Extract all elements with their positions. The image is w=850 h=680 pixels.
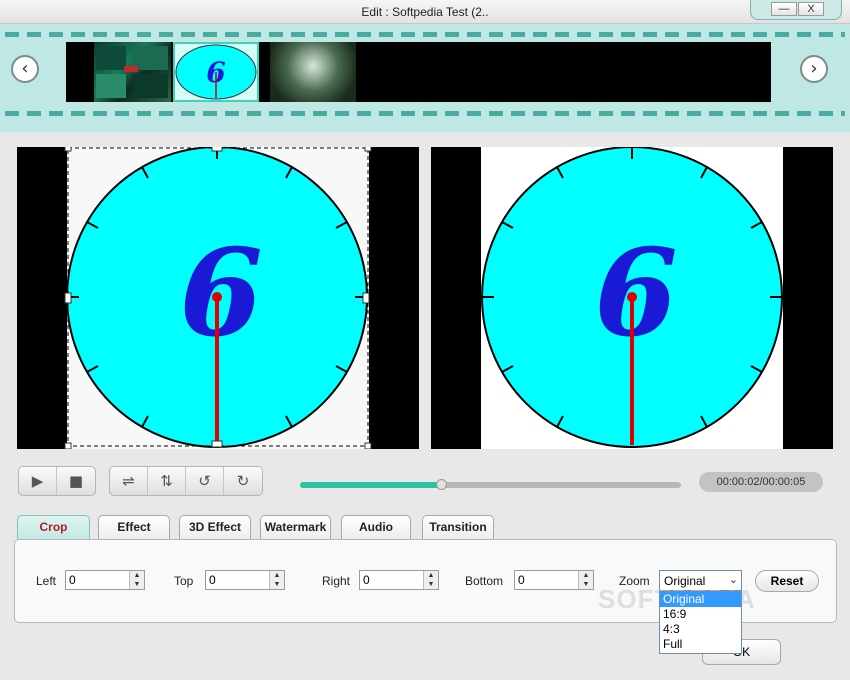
left-label: Left xyxy=(36,574,57,588)
right-value: 0 xyxy=(363,573,370,587)
flip-horizontal-icon[interactable]: ⇌ xyxy=(110,467,148,495)
right-label: Right xyxy=(322,574,351,588)
playback-controls: ▶ ■ xyxy=(18,466,96,496)
tab-watermark[interactable]: Watermark xyxy=(260,515,331,540)
transform-controls: ⇌ ⇅ ↺ ↻ xyxy=(109,466,263,496)
tab-effect[interactable]: Effect xyxy=(98,515,170,540)
reset-button[interactable]: Reset xyxy=(755,570,819,592)
flip-vertical-icon[interactable]: ⇅ xyxy=(148,467,186,495)
top-label: Top xyxy=(174,574,194,588)
zoom-option[interactable]: Full xyxy=(660,637,741,652)
window-controls: — X xyxy=(750,0,842,20)
thumbnail-clip-1[interactable] xyxy=(94,42,171,102)
tab-audio[interactable]: Audio xyxy=(341,515,411,540)
play-icon[interactable]: ▶ xyxy=(19,467,57,495)
bottom-spinner[interactable]: 0 ▲ ▼ xyxy=(514,570,594,590)
left-spinner[interactable]: 0 ▲ ▼ xyxy=(65,570,145,590)
source-clock-digit: 6 xyxy=(179,223,263,364)
zoom-dropdown-list[interactable]: Original 16:9 4:3 Full xyxy=(659,591,742,654)
source-clock-svg: 6 xyxy=(64,147,372,449)
spinner-arrows-icon[interactable]: ▲ ▼ xyxy=(423,571,438,589)
filmstrip-bottom-border xyxy=(5,111,845,116)
next-arrow-icon[interactable]: › xyxy=(800,55,828,83)
source-preview: 6 xyxy=(17,147,419,449)
zoom-option[interactable]: 16:9 xyxy=(660,607,741,622)
seek-progress xyxy=(300,482,441,488)
prev-arrow-icon[interactable]: ‹ xyxy=(11,55,39,83)
top-value: 0 xyxy=(209,573,216,587)
zoom-option[interactable]: Original xyxy=(660,592,741,607)
tab-crop[interactable]: Crop xyxy=(17,515,90,541)
output-clock-svg: 6 xyxy=(481,147,783,449)
tab-3d-effect[interactable]: 3D Effect xyxy=(179,515,251,540)
spinner-arrows-icon[interactable]: ▲ ▼ xyxy=(129,571,144,589)
rotate-right-icon[interactable]: ↻ xyxy=(224,467,262,495)
zoom-option[interactable]: 4:3 xyxy=(660,622,741,637)
stop-icon[interactable]: ■ xyxy=(57,467,95,495)
thumbnail-clip-2-selected[interactable]: 6 xyxy=(173,42,259,102)
bottom-label: Bottom xyxy=(465,574,504,588)
bottom-value: 0 xyxy=(518,573,525,587)
thumbnail-clip-3[interactable] xyxy=(270,42,356,102)
seek-handle[interactable] xyxy=(435,479,447,490)
filmstrip-top-border xyxy=(5,32,845,37)
title-bar: Edit : Softpedia Test (2.. — X xyxy=(0,0,850,24)
top-spinner[interactable]: 0 ▲ ▼ xyxy=(205,570,285,590)
output-preview: 6 xyxy=(431,147,833,449)
clip-2-clock-image: 6 xyxy=(175,44,257,100)
clip-1-image xyxy=(96,46,168,98)
rotate-left-icon[interactable]: ↺ xyxy=(186,467,224,495)
close-button[interactable]: X xyxy=(798,2,824,16)
thumbnail-track: 6 xyxy=(66,42,771,102)
window-title: Edit : Softpedia Test (2.. xyxy=(361,5,489,19)
output-clock-digit: 6 xyxy=(594,223,678,364)
filmstrip: ‹ › 6 xyxy=(0,24,850,132)
right-spinner[interactable]: 0 ▲ ▼ xyxy=(359,570,439,590)
tab-transition[interactable]: Transition xyxy=(422,515,494,540)
minimize-button[interactable]: — xyxy=(771,2,797,16)
spinner-arrows-icon[interactable]: ▲ ▼ xyxy=(269,571,284,589)
spinner-arrows-icon[interactable]: ▲ ▼ xyxy=(578,571,593,589)
left-value: 0 xyxy=(69,573,76,587)
time-display: 00:00:02/00:00:05 xyxy=(699,472,823,492)
seek-bar[interactable] xyxy=(300,479,681,490)
